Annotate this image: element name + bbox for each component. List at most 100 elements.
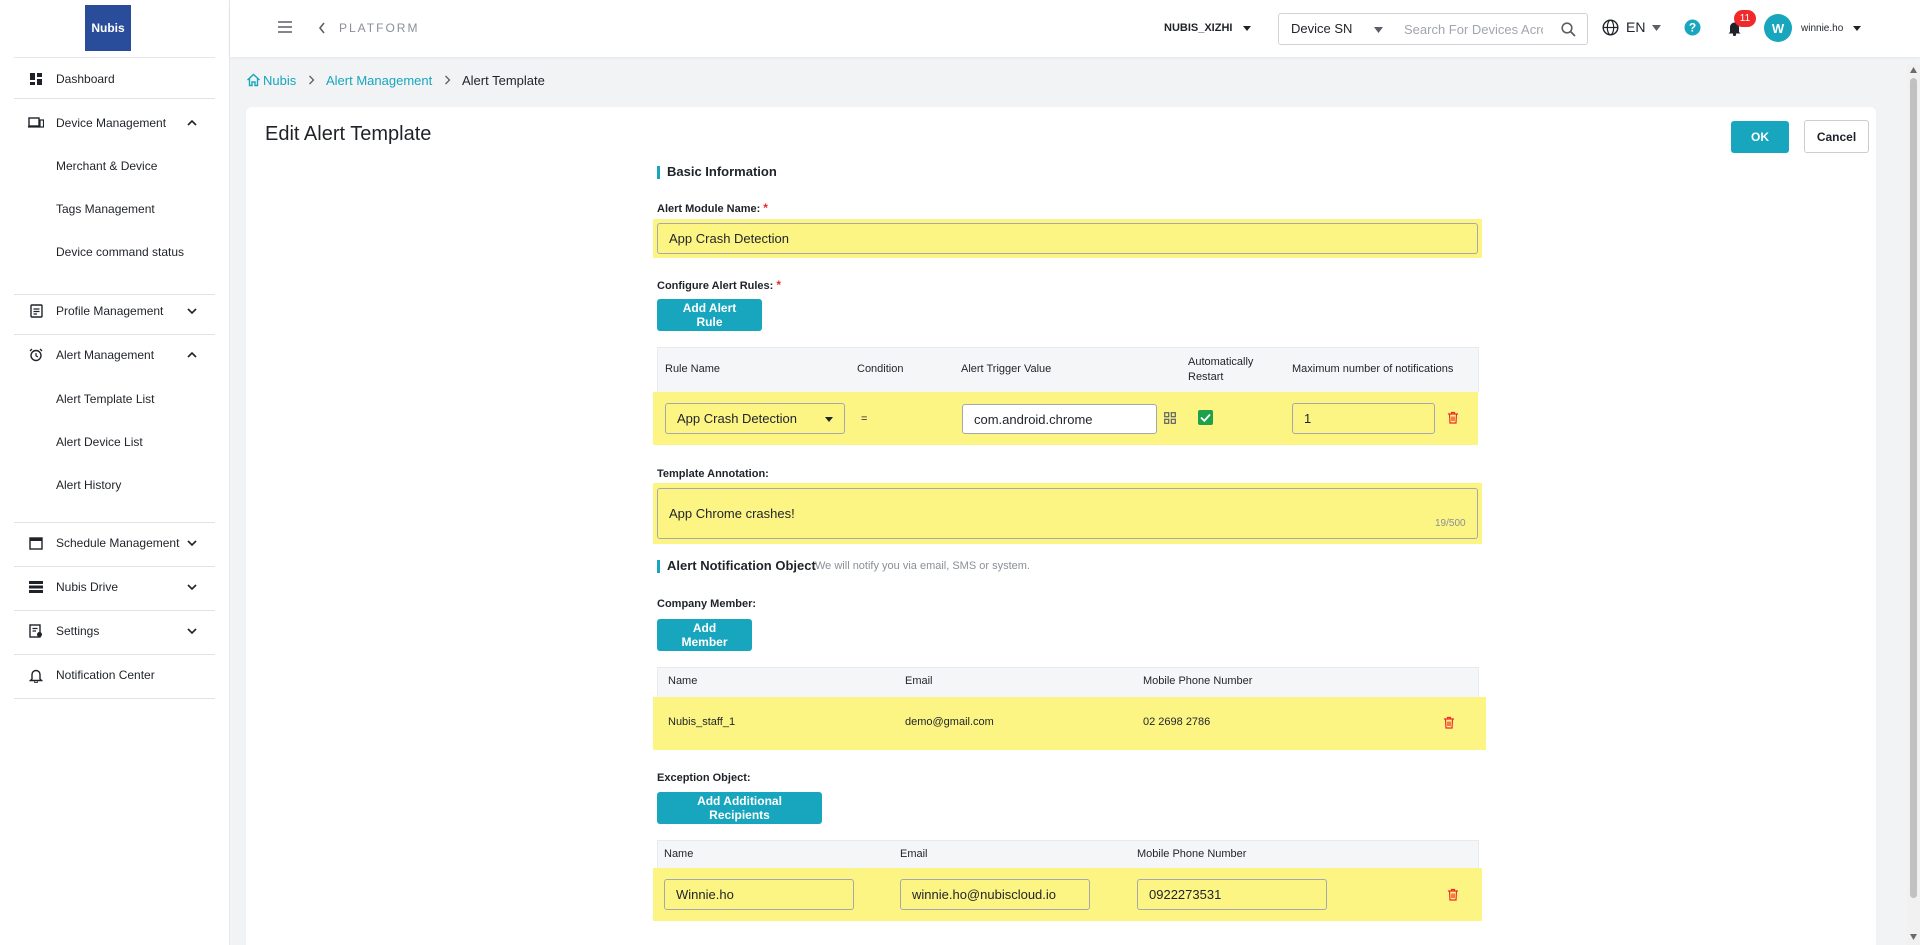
rule-name-value: App Crash Detection (677, 411, 797, 426)
recipient-email-input[interactable] (900, 879, 1090, 910)
add-additional-recipients-button[interactable]: Add Additional Recipients (657, 792, 822, 824)
search-input[interactable] (1393, 14, 1543, 44)
caret-down-icon[interactable] (1852, 25, 1862, 32)
sidebar-item-schedule-management[interactable]: Schedule Management (14, 528, 215, 558)
chevron-left-icon[interactable] (318, 22, 326, 34)
cancel-button[interactable]: Cancel (1804, 120, 1869, 153)
breadcrumb-parent[interactable]: Alert Management (326, 72, 432, 88)
breadcrumb-current: Alert Template (462, 72, 545, 88)
scrollbar-thumb[interactable] (1910, 78, 1917, 898)
column-header: Rule Name (665, 363, 721, 375)
sidebar-subitem-alert-device-list[interactable]: Alert Device List (56, 435, 143, 449)
sidebar-item-label: Schedule Management (56, 536, 180, 550)
max-notifications-input[interactable] (1292, 403, 1435, 434)
caret-down-icon[interactable] (1242, 25, 1252, 32)
scroll-down-arrow-icon[interactable] (1910, 934, 1917, 940)
chevron-down-icon (187, 584, 197, 591)
logo-text: Nubis (91, 21, 125, 35)
trash-icon[interactable] (1447, 888, 1459, 901)
sidebar-item-alert-management[interactable]: Alert Management (14, 340, 215, 370)
divider (14, 566, 215, 567)
auto-restart-checkbox[interactable] (1198, 410, 1213, 425)
top-header: PLATFORM NUBIS_XIZHI Device SN EN ? 11 W… (230, 0, 1920, 57)
rule-name-select[interactable]: App Crash Detection (665, 403, 845, 434)
sidebar-item-nubis-drive[interactable]: Nubis Drive (14, 572, 215, 602)
divider (14, 522, 215, 523)
add-member-button[interactable]: Add Member (657, 619, 752, 651)
search-icon[interactable] (1561, 22, 1576, 37)
add-alert-rule-button[interactable]: Add Alert Rule (657, 299, 762, 331)
scroll-up-arrow-icon[interactable] (1910, 67, 1917, 73)
notification-note: We will notify you via email, SMS or sys… (815, 560, 1030, 572)
device-search-box (1393, 13, 1588, 45)
column-header: Alert Trigger Value (961, 363, 1052, 375)
trash-icon[interactable] (1447, 411, 1459, 424)
notification-count-badge: 11 (1734, 10, 1756, 27)
chevron-up-icon (187, 119, 197, 126)
username-label[interactable]: winnie.ho (1801, 23, 1843, 34)
search-type-value: Device SN (1291, 21, 1353, 36)
recipient-name-input[interactable] (664, 879, 854, 910)
sidebar-item-notification-center[interactable]: Notification Center (14, 660, 215, 690)
divider (14, 654, 215, 655)
caret-down-icon (1374, 27, 1383, 33)
sidebar: Nubis Dashboard Device Management Mercha… (0, 0, 230, 945)
sidebar-item-label: Notification Center (56, 668, 155, 682)
column-header: Name (664, 848, 694, 860)
sidebar-item-label: Settings (56, 624, 100, 638)
sidebar-subitem-tags-management[interactable]: Tags Management (56, 202, 155, 216)
sidebar-item-settings[interactable]: Settings (14, 616, 215, 646)
svg-text:?: ? (1689, 21, 1696, 35)
divider (14, 610, 215, 611)
divider (14, 294, 215, 295)
user-avatar[interactable]: W (1764, 14, 1792, 42)
app-grid-picker-icon[interactable] (1164, 412, 1176, 424)
chevron-right-icon (445, 75, 451, 85)
column-header: Name (668, 675, 698, 687)
home-icon[interactable] (246, 73, 261, 87)
template-annotation-textarea[interactable]: App Chrome crashes! (657, 488, 1478, 539)
language-selector[interactable]: EN (1626, 19, 1645, 35)
checkmark-icon (1200, 413, 1211, 423)
member-name: Nubis_staff_1 (668, 716, 736, 728)
breadcrumb-home[interactable]: Nubis (263, 72, 296, 88)
sidebar-subitem-merchant-device[interactable]: Merchant & Device (56, 159, 157, 173)
org-selector[interactable]: NUBIS_XIZHI (1164, 22, 1232, 34)
divider (14, 334, 215, 335)
chevron-down-icon (187, 308, 197, 315)
caret-down-icon[interactable] (1652, 25, 1661, 31)
chevron-down-icon (187, 628, 197, 635)
sidebar-subitem-alert-template-list[interactable]: Alert Template List (56, 392, 155, 406)
required-star-icon: * (763, 201, 768, 215)
caret-down-icon (825, 417, 833, 422)
sidebar-subitem-alert-history[interactable]: Alert History (56, 478, 121, 492)
dashboard-icon (28, 71, 44, 87)
trigger-value-input[interactable] (962, 404, 1157, 434)
exception-table-header (657, 840, 1479, 871)
search-type-select[interactable]: Device SN (1278, 13, 1394, 45)
platform-label: PLATFORM (339, 21, 420, 35)
nubis-logo[interactable]: Nubis (85, 5, 131, 51)
configure-rules-label: Configure Alert Rules: * (657, 278, 781, 292)
sidebar-item-profile-management[interactable]: Profile Management (14, 296, 215, 326)
hamburger-menu-icon[interactable] (277, 20, 293, 34)
page-scrollbar[interactable] (1907, 64, 1920, 945)
sidebar-item-dashboard[interactable]: Dashboard (14, 64, 215, 94)
column-header: Mobile Phone Number (1137, 848, 1247, 860)
trash-icon[interactable] (1443, 716, 1455, 729)
sidebar-subitem-device-command-status[interactable]: Device command status (56, 245, 184, 259)
globe-icon[interactable] (1602, 19, 1619, 36)
recipient-phone-input[interactable] (1137, 879, 1327, 910)
rule-condition: = (861, 413, 868, 425)
sidebar-item-device-management[interactable]: Device Management (14, 108, 215, 138)
settings-doc-icon (28, 623, 44, 639)
module-name-input[interactable] (657, 223, 1478, 254)
member-phone: 02 2698 2786 (1143, 716, 1211, 728)
divider (14, 98, 215, 99)
help-icon[interactable]: ? (1684, 19, 1701, 36)
ok-button[interactable]: OK (1731, 121, 1789, 153)
column-header: Maximum number of notifications (1292, 363, 1454, 375)
members-table-header (657, 667, 1479, 698)
sidebar-item-label: Device Management (56, 116, 167, 130)
divider (14, 57, 215, 58)
